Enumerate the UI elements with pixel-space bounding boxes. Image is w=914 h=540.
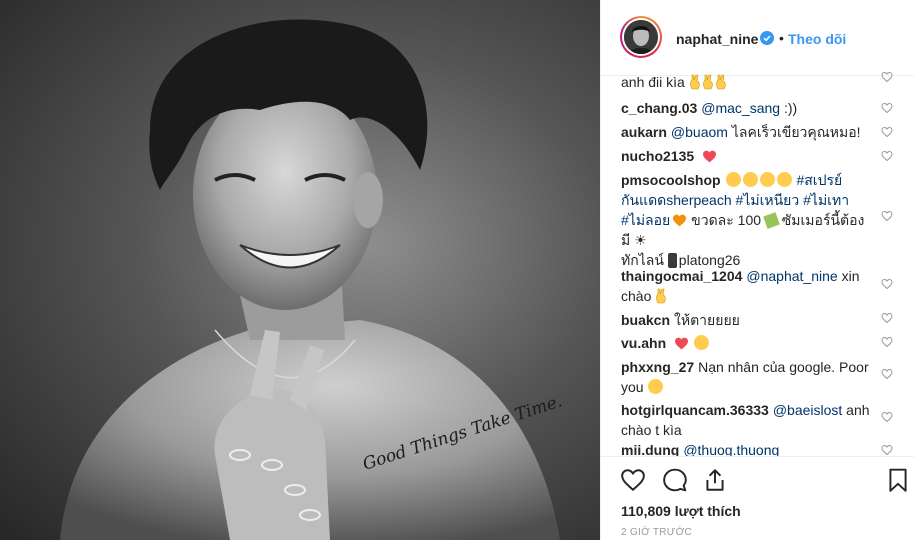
comment-item: mii.dung @thuog.thuong bbox=[621, 440, 883, 456]
comment-item: buakcn ให้ตายยยย bbox=[621, 310, 883, 330]
comment-username[interactable]: c_chang.03 bbox=[621, 100, 697, 116]
kiss-face-emoji-icon bbox=[776, 172, 792, 187]
orange-heart-emoji-icon bbox=[673, 214, 687, 227]
comment-text: you bbox=[621, 379, 644, 395]
comment-text: chào bbox=[621, 288, 652, 304]
bookmark-icon[interactable] bbox=[885, 467, 911, 493]
comment-username[interactable]: pmsocoolshop bbox=[621, 172, 721, 188]
hashtag-link[interactable]: #ไม่เหนียว bbox=[732, 192, 800, 208]
comment-item: hotgirlquancam.36333 @baeislost anh chào … bbox=[621, 400, 883, 440]
mention-link[interactable]: @buaom bbox=[671, 124, 728, 140]
avatar[interactable] bbox=[620, 16, 662, 58]
comment-like-icon[interactable] bbox=[881, 336, 893, 348]
comment-text: Nạn nhân của google. Poor bbox=[698, 359, 869, 375]
comment-text: xin bbox=[837, 268, 860, 284]
hashtag-link[interactable]: #ไม่เทา bbox=[799, 192, 849, 208]
comment-username[interactable]: mii.dung bbox=[621, 442, 679, 456]
post-details-panel: naphat_nine • Theo dõi anh đii kìa c_cha… bbox=[600, 0, 914, 540]
comment-item: nucho2135 bbox=[621, 146, 883, 166]
kiss-face-emoji-icon bbox=[759, 172, 775, 187]
comment-username[interactable]: nucho2135 bbox=[621, 148, 694, 164]
mention-link[interactable]: @baeislost bbox=[773, 402, 842, 418]
comment-username[interactable]: aukarn bbox=[621, 124, 667, 140]
red-heart-emoji-icon bbox=[675, 337, 689, 350]
comment-like-icon[interactable] bbox=[881, 210, 893, 222]
kiss-face-emoji-icon bbox=[742, 172, 758, 187]
sad-face-emoji-icon bbox=[648, 379, 664, 394]
comment-item: anh đii kìa bbox=[621, 72, 883, 92]
share-icon[interactable] bbox=[702, 467, 728, 493]
comment-like-icon[interactable] bbox=[881, 150, 893, 162]
follow-button[interactable]: Theo dõi bbox=[788, 31, 846, 47]
comment-item: thaingocmai_1204 @naphat_nine xin chào bbox=[621, 266, 883, 306]
ok-hand-emoji-icon bbox=[715, 74, 726, 90]
comment-username[interactable]: vu.ahn bbox=[621, 335, 666, 351]
comment-text: ขวดละ 100 bbox=[687, 212, 765, 228]
comment-item: pmsocoolshop #สเปรย์ กันแดดsherpeach #ไม… bbox=[621, 170, 883, 270]
kiss-face-emoji-icon bbox=[725, 172, 741, 187]
comment-username[interactable]: phxxng_27 bbox=[621, 359, 694, 375]
comment-text: anh đii kìa bbox=[621, 74, 685, 90]
comment-text: มี ☀ bbox=[621, 232, 647, 248]
like-count[interactable]: 110,809 lượt thích bbox=[621, 503, 741, 519]
comment-item: phxxng_27 Nạn nhân của google. Poor you bbox=[621, 357, 883, 397]
post-actions-bar: 110,809 lượt thích 2 GIỜ TRƯỚC bbox=[601, 456, 914, 540]
comment-like-icon[interactable] bbox=[881, 126, 893, 138]
comment-like-icon[interactable] bbox=[881, 278, 893, 290]
comment-like-icon[interactable] bbox=[881, 411, 893, 423]
red-heart-emoji-icon bbox=[703, 150, 717, 163]
comment-text: ไลคเร็วเขียวคุณหมอ! bbox=[727, 124, 861, 140]
avatar-image bbox=[624, 20, 658, 54]
comment-username[interactable]: thaingocmai_1204 bbox=[621, 268, 742, 284]
comment-text: :)) bbox=[780, 100, 798, 116]
ok-hand-emoji-icon bbox=[702, 74, 713, 90]
hashtag-link[interactable]: #ไม่ลอย bbox=[621, 212, 670, 228]
mention-link[interactable]: @mac_sang bbox=[701, 100, 780, 116]
comment-like-icon[interactable] bbox=[881, 102, 893, 114]
comment-text: chào t kìa bbox=[621, 422, 682, 438]
comment-icon[interactable] bbox=[662, 467, 688, 493]
verified-badge-icon bbox=[760, 31, 774, 45]
comment-like-icon[interactable] bbox=[881, 368, 893, 380]
heart-eyes-emoji-icon bbox=[693, 335, 709, 350]
heart-icon[interactable] bbox=[620, 467, 646, 493]
comment-list[interactable]: anh đii kìa c_chang.03 @mac_sang :)) auka… bbox=[601, 62, 914, 456]
comment-username[interactable]: hotgirlquancam.36333 bbox=[621, 402, 769, 418]
hashtag-link[interactable]: #สเปรย์ bbox=[796, 172, 842, 188]
comment-like-icon[interactable] bbox=[881, 444, 893, 456]
comment-text: ให้ตายยยย bbox=[674, 312, 740, 328]
post-photo[interactable]: Good Things Take Time. bbox=[0, 0, 600, 540]
comment-like-icon[interactable] bbox=[881, 312, 893, 324]
mention-link[interactable]: @naphat_nine bbox=[746, 268, 837, 284]
comment-text: anh bbox=[842, 402, 870, 418]
comment-like-icon[interactable] bbox=[881, 71, 893, 83]
mention-link[interactable]: @thuog.thuong bbox=[683, 442, 779, 456]
comment-item: vu.ahn bbox=[621, 333, 883, 353]
hashtag-link[interactable]: กันแดดsherpeach bbox=[621, 192, 732, 208]
header-username[interactable]: naphat_nine bbox=[676, 31, 758, 47]
portrait-illustration: Good Things Take Time. bbox=[60, 19, 565, 540]
comment-item: c_chang.03 @mac_sang :)) bbox=[621, 98, 883, 118]
ok-hand-emoji-icon bbox=[689, 74, 700, 90]
separator-dot: • bbox=[779, 30, 784, 46]
comment-text: ซัมเมอร์นี้ต้อง bbox=[777, 212, 865, 228]
comment-item: aukarn @buaom ไลคเร็วเขียวคุณหมอ! bbox=[621, 122, 883, 142]
ok-hand-emoji-icon bbox=[656, 288, 666, 304]
comment-username[interactable]: buakcn bbox=[621, 312, 670, 328]
post-timestamp[interactable]: 2 GIỜ TRƯỚC bbox=[621, 527, 692, 538]
